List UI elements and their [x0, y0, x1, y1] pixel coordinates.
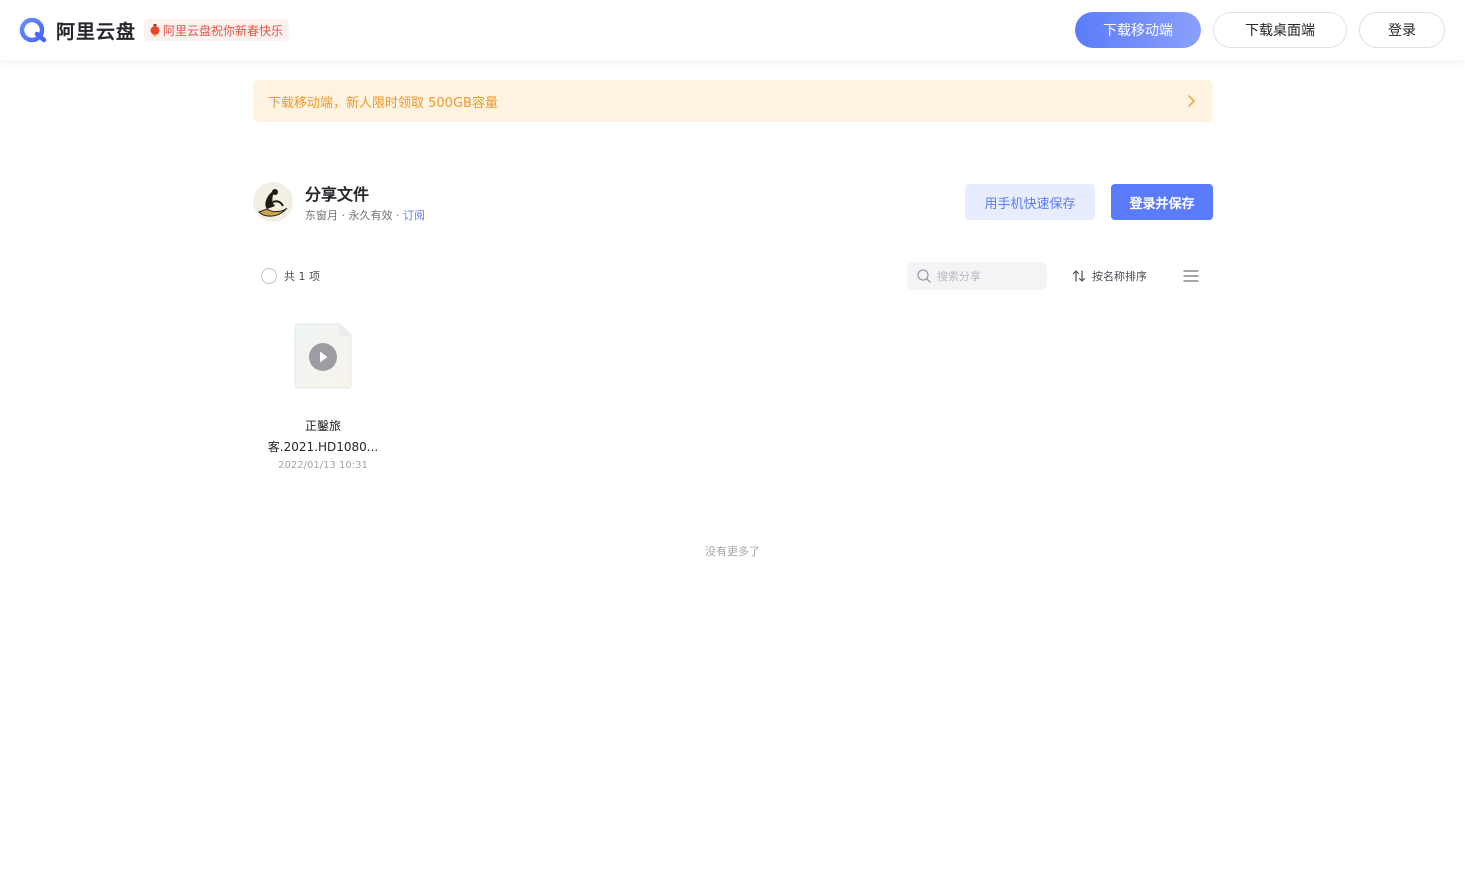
- share-validity: 永久有效: [348, 209, 393, 222]
- login-and-save-button[interactable]: 登录并保存: [1111, 184, 1213, 220]
- video-file-icon: [294, 323, 352, 389]
- new-year-promo-badge: 阿里云盘祝你新春快乐: [144, 19, 290, 41]
- subscribe-link[interactable]: 订阅: [403, 209, 425, 222]
- aliyun-drive-logo-icon[interactable]: [19, 16, 47, 44]
- meta-separator: ·: [338, 209, 349, 222]
- avatar-image-icon: [253, 182, 293, 222]
- sort-icon: [1072, 270, 1086, 282]
- search-icon: [917, 269, 931, 283]
- file-name-line-2: 客.2021.HD1080...: [267, 440, 379, 454]
- no-more-indicator: 没有更多了: [705, 545, 760, 558]
- sharer-avatar: [253, 182, 293, 222]
- top-header: 阿里云盘 阿里云盘祝你新春快乐 下载移动端 下载桌面端 登录: [0, 0, 1465, 60]
- chevron-right-icon: [1188, 95, 1195, 107]
- phone-quick-save-button[interactable]: 用手机快速保存: [965, 184, 1095, 220]
- list-view-icon[interactable]: [1183, 269, 1199, 283]
- file-date: 2022/01/13 10:31: [278, 460, 368, 471]
- banner-text: 下载移动端，新人限时领取 500GB容量: [268, 95, 498, 111]
- search-box[interactable]: [907, 262, 1047, 290]
- share-meta: 东窗月 · 永久有效 · 订阅: [305, 207, 425, 223]
- promo-text: 阿里云盘祝你新春快乐: [163, 23, 284, 38]
- meta-separator: ·: [392, 209, 403, 222]
- item-count: 共 1 项: [284, 270, 320, 283]
- sort-label: 按名称排序: [1092, 270, 1147, 283]
- download-promo-banner[interactable]: 下载移动端，新人限时领取 500GB容量: [253, 80, 1213, 122]
- file-item[interactable]: 正鑿旅 客.2021.HD1080... 2022/01/13 10:31: [261, 316, 385, 482]
- lantern-icon: [150, 23, 160, 36]
- share-owner: 东窗月: [305, 209, 338, 222]
- download-desktop-button[interactable]: 下载桌面端: [1213, 12, 1347, 48]
- sort-button[interactable]: 按名称排序: [1072, 268, 1147, 284]
- file-name-line-1: 正鑿旅: [304, 419, 341, 433]
- app-name[interactable]: 阿里云盘: [56, 17, 136, 44]
- file-name: 正鑿旅 客.2021.HD1080...: [261, 416, 385, 458]
- search-input[interactable]: [937, 269, 1037, 283]
- download-mobile-button[interactable]: 下载移动端: [1075, 12, 1201, 48]
- select-all-checkbox[interactable]: [261, 268, 277, 284]
- share-title: 分享文件: [305, 185, 370, 204]
- login-button[interactable]: 登录: [1359, 12, 1445, 48]
